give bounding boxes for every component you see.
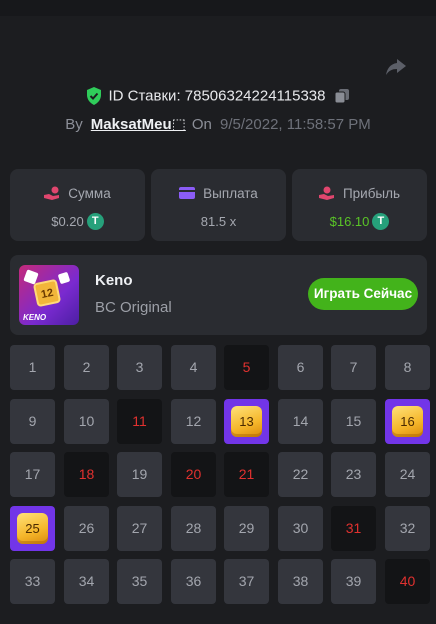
keno-cell-6: 6 (278, 345, 323, 390)
stat-amount-label: Сумма (68, 185, 111, 201)
stat-profit-label: Прибыль (342, 185, 401, 201)
keno-cell-24: 24 (385, 452, 430, 497)
keno-cell-13: 13 (224, 399, 269, 444)
keno-board: 1 2 3 4 5 6 7 8 9 10 11 12 13 14 15 16 17 18 19 20 21 22 23 24 2… (10, 345, 430, 605)
gem-tile-icon: 16 (392, 406, 423, 437)
keno-cell-8: 8 (385, 345, 430, 390)
profit-hand-icon (318, 186, 334, 201)
gem-tile-icon: 25 (17, 513, 48, 544)
keno-cell-33: 33 (10, 559, 55, 604)
thumbnail-tile: 12 (32, 278, 62, 308)
stat-payout-label: Выплата (203, 185, 258, 201)
by-label: By (65, 116, 83, 133)
keno-cell-37: 37 (224, 559, 269, 604)
keno-cell-32: 32 (385, 506, 430, 551)
keno-cell-14: 14 (278, 399, 323, 444)
keno-cell-22: 22 (278, 452, 323, 497)
stat-payout: Выплата 81.5 x (151, 169, 286, 241)
keno-cell-9: 9 (10, 399, 55, 444)
stat-profit: Прибыль $16.10 T (292, 169, 427, 241)
keno-cell-19: 19 (117, 452, 162, 497)
keno-cell-21: 21 (224, 452, 269, 497)
usdt-icon: T (372, 213, 390, 231)
copy-icon[interactable] (334, 88, 350, 104)
keno-cell-39: 39 (331, 559, 376, 604)
shield-check-icon (87, 87, 102, 106)
stat-payout-value: 81.5 x (200, 214, 237, 230)
dice-icon (57, 271, 71, 285)
play-now-button[interactable]: Играть Сейчас (308, 278, 418, 310)
keno-cell-23: 23 (331, 452, 376, 497)
keno-cell-18: 18 (64, 452, 109, 497)
bet-id-label: ID Ставки: (108, 87, 181, 105)
keno-cell-38: 38 (278, 559, 323, 604)
coins-hand-icon (44, 186, 60, 201)
bet-datetime: 9/5/2022, 11:58:57 PM (220, 116, 371, 133)
share-icon (386, 59, 406, 75)
keno-cell-35: 35 (117, 559, 162, 604)
keno-cell-7: 7 (331, 345, 376, 390)
stat-profit-value: $16.10 (329, 214, 370, 230)
keno-cell-15: 15 (331, 399, 376, 444)
keno-cell-3: 3 (117, 345, 162, 390)
keno-cell-34: 34 (64, 559, 109, 604)
wallet-icon (179, 187, 196, 200)
keno-cell-2: 2 (64, 345, 109, 390)
keno-cell-40: 40 (385, 559, 430, 604)
game-name: Keno (95, 272, 133, 289)
share-button[interactable] (384, 55, 408, 79)
thumbnail-label: KENO (23, 313, 47, 322)
on-label: On (191, 116, 212, 133)
bet-id-value: 78506324224115338 (184, 87, 326, 105)
bettor-row: By MaksatMeu⬚ On 9/5/2022, 11:58:57 PM (0, 115, 436, 133)
game-subtitle: BC Original (95, 299, 172, 316)
username-link[interactable]: MaksatMeu⬚ (91, 116, 186, 133)
keno-cell-31: 31 (331, 506, 376, 551)
keno-cell-20: 20 (171, 452, 216, 497)
stat-amount-value: $0.20 (51, 214, 84, 230)
usdt-icon: T (86, 213, 104, 231)
keno-cell-17: 17 (10, 452, 55, 497)
keno-cell-27: 27 (117, 506, 162, 551)
keno-cell-10: 10 (64, 399, 109, 444)
keno-cell-11: 11 (117, 399, 162, 444)
keno-thumbnail[interactable]: 12 KENO (19, 265, 79, 325)
keno-cell-26: 26 (64, 506, 109, 551)
keno-cell-30: 30 (278, 506, 323, 551)
keno-cell-29: 29 (224, 506, 269, 551)
bet-id-row: ID Ставки: 78506324224115338 (0, 87, 436, 106)
keno-cell-16: 16 (385, 399, 430, 444)
keno-cell-1: 1 (10, 345, 55, 390)
keno-cell-4: 4 (171, 345, 216, 390)
keno-cell-28: 28 (171, 506, 216, 551)
keno-cell-12: 12 (171, 399, 216, 444)
keno-cell-36: 36 (171, 559, 216, 604)
game-card: 12 KENO Keno BC Original Играть Сейчас (10, 255, 427, 335)
keno-cell-25: 25 (10, 506, 55, 551)
keno-cell-5: 5 (224, 345, 269, 390)
gem-tile-icon: 13 (231, 406, 262, 437)
top-strip (0, 0, 436, 16)
stat-amount: Сумма $0.20 T (10, 169, 145, 241)
